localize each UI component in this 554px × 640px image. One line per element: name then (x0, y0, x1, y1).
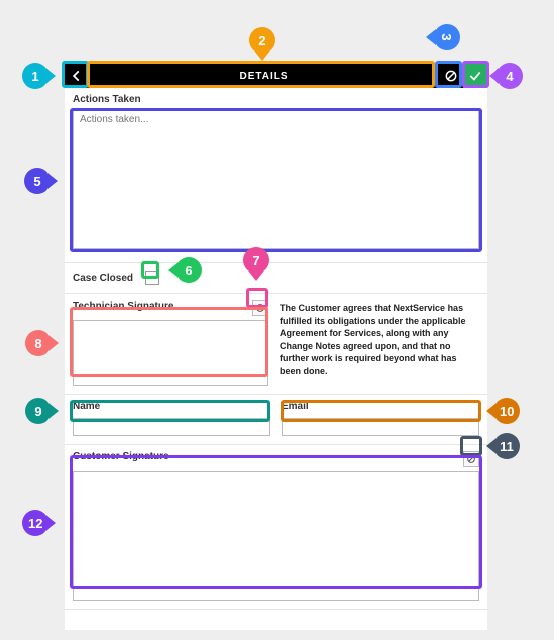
name-email-section: Name Email (65, 395, 487, 444)
annotation-tag-9: 9 (25, 398, 51, 424)
actions-label: Actions Taken (73, 94, 479, 105)
actions-textarea[interactable] (73, 109, 479, 249)
case-closed-row: Case Closed (65, 263, 487, 293)
tech-sig-clear-button[interactable] (252, 300, 268, 316)
cust-sig-label: Customer Signature (73, 451, 169, 462)
email-label: Email (282, 401, 479, 412)
annotation-tag-1: 1 (22, 63, 48, 89)
cust-signature-pad[interactable] (73, 471, 479, 601)
confirm-button[interactable] (463, 64, 487, 88)
clear-icon (466, 454, 476, 464)
annotation-tag-10: 10 (494, 398, 520, 424)
annotation-tag-11: 11 (494, 433, 520, 459)
header-bar: DETAILS (65, 64, 487, 88)
chevron-left-icon (70, 69, 84, 83)
cancel-icon (444, 69, 458, 83)
case-closed-checkbox[interactable] (145, 271, 159, 285)
name-label: Name (73, 401, 270, 412)
clear-icon (255, 303, 265, 313)
header-title: DETAILS (89, 64, 439, 88)
annotation-tag-4: 4 (497, 63, 523, 89)
tech-signature-pad[interactable] (73, 320, 268, 386)
annotation-tag-5: 5 (24, 168, 50, 194)
annotation-tag-3: 3 (434, 24, 460, 50)
case-closed-label: Case Closed (73, 273, 133, 284)
cust-sig-section: Customer Signature (65, 445, 487, 609)
back-button[interactable] (65, 64, 89, 88)
tech-sig-section: Technician Signature The Customer agrees… (65, 294, 487, 394)
name-input[interactable] (73, 418, 270, 436)
cancel-button[interactable] (439, 64, 463, 88)
agreement-text: The Customer agrees that NextService has… (280, 302, 479, 378)
form-card: DETAILS Actions Taken Case Closed Techni… (65, 64, 487, 630)
cust-sig-clear-button[interactable] (463, 451, 479, 467)
email-input[interactable] (282, 418, 479, 436)
annotation-tag-12: 12 (22, 510, 48, 536)
annotation-tag-2: 2 (249, 27, 275, 53)
annotation-tag-8: 8 (25, 330, 51, 356)
tech-sig-label: Technician Signature (73, 301, 173, 312)
actions-section: Actions Taken (65, 88, 487, 262)
check-icon (468, 69, 482, 83)
